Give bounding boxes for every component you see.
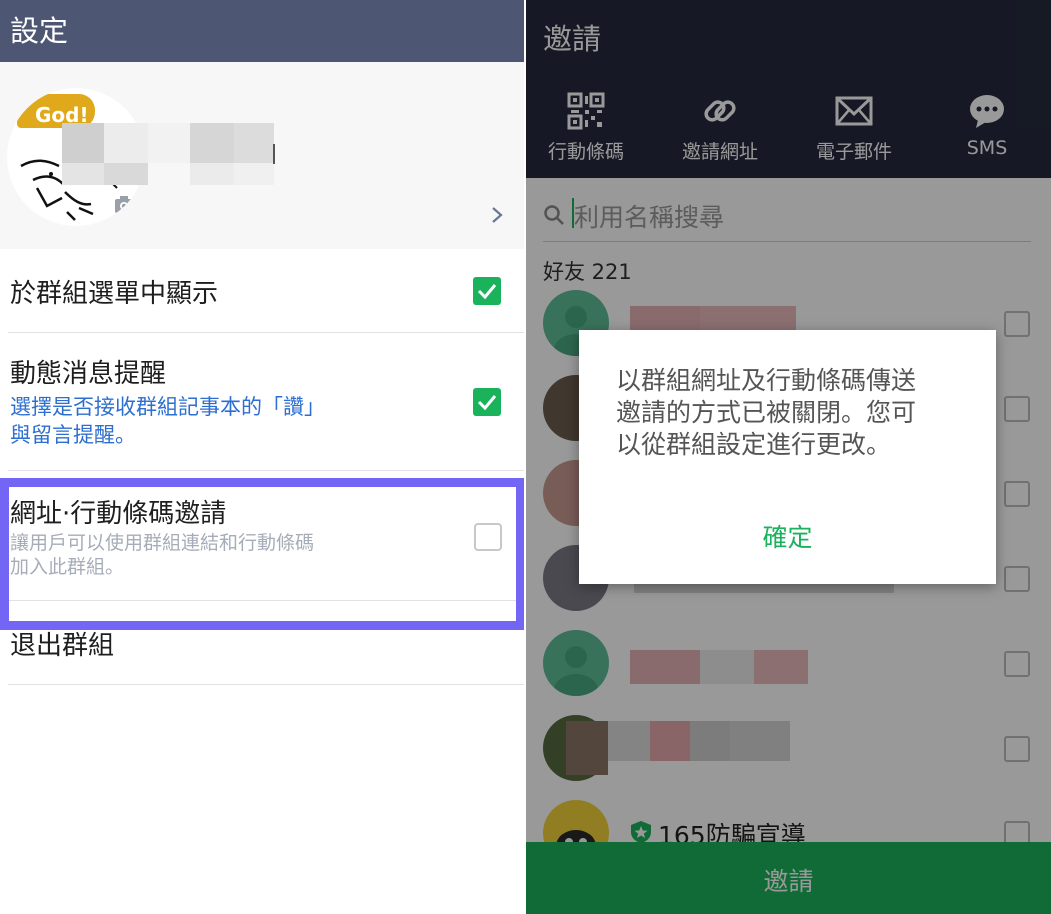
pixelated-name [104, 123, 148, 163]
settings-panel: 設定 God! 於群組選單中顯示 動態消息提醒 選擇是否接收群組記事本的「讚」 … [0, 0, 524, 914]
row-subtitle-line1: 選擇是否接收群組記事本的「讚」 [10, 395, 325, 419]
dialog-message-line: 邀請的方式已被關閉。您可 [616, 398, 917, 427]
row-subtitle-line2: 與留言提醒。 [10, 423, 136, 447]
pixelated-name [62, 163, 104, 185]
dialog-message-line: 以從群組設定進行更改。 [616, 430, 892, 459]
pixelated-name [234, 123, 274, 163]
page-title: 設定 [10, 14, 69, 48]
alert-dialog: 以群組網址及行動條碼傳送 邀請的方式已被關閉。您可 以從群組設定進行更改。 確定 [579, 330, 996, 584]
settings-header: 設定 [0, 0, 524, 62]
chevron-right-icon[interactable] [489, 204, 505, 226]
row-title: 於群組選單中顯示 [10, 279, 219, 309]
pixelated-name [148, 163, 190, 185]
pixelated-name [148, 123, 190, 163]
modal-overlay[interactable] [526, 0, 1051, 178]
invite-panel: 邀請 行動條碼 邀請網址 電子郵件 SMS 利用名稱搜尋 好友 221 165防… [526, 0, 1051, 914]
pixelated-name [62, 123, 104, 163]
group-profile[interactable]: God! [0, 62, 524, 249]
confirm-button[interactable]: 確定 [579, 518, 996, 554]
row-title: 動態消息提醒 [10, 359, 167, 389]
pixelated-name [190, 123, 234, 163]
setting-row-show-in-menu[interactable]: 於群組選單中顯示 [8, 249, 524, 333]
checkbox-checked[interactable] [473, 277, 501, 305]
dialog-message-line: 以群組網址及行動條碼傳送 [616, 366, 917, 395]
checkbox-checked[interactable] [473, 388, 501, 416]
annotation-highlight-box [0, 478, 524, 630]
pixelated-name [234, 163, 274, 185]
pixelated-name [104, 163, 148, 185]
row-title: 退出群組 [10, 631, 115, 661]
camera-icon[interactable] [107, 188, 141, 222]
setting-row-notifications[interactable]: 動態消息提醒 選擇是否接收群組記事本的「讚」 與留言提醒。 [8, 333, 524, 471]
text-cursor [273, 144, 275, 164]
dialog-message: 以群組網址及行動條碼傳送 邀請的方式已被關閉。您可 以從群組設定進行更改。 [616, 365, 961, 461]
screenshot-root: 設定 God! 於群組選單中顯示 動態消息提醒 選擇是否接收群組記事本的「讚」 … [0, 0, 1051, 914]
pixelated-name [190, 163, 234, 185]
